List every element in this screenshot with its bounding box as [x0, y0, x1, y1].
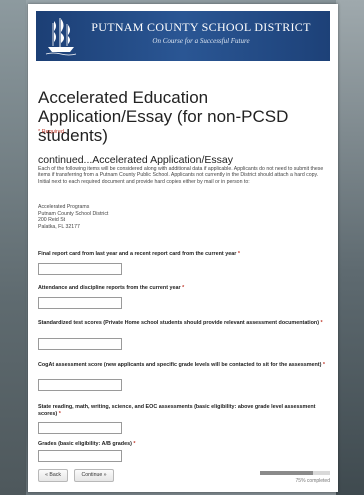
required-marker: *	[320, 320, 323, 326]
question-text: Grades (basic eligibility: A/B grades)	[38, 441, 132, 447]
banner-title: PUTNAM COUNTY SCHOOL DISTRICT	[91, 20, 311, 34]
required-note: * Required	[38, 129, 64, 135]
question-label-state-assessments: State reading, math, writing, science, a…	[38, 404, 330, 418]
address-line: Putnam County School District	[38, 210, 109, 217]
section-title: continued...Accelerated Application/Essa…	[38, 154, 233, 166]
mailing-address: Accelerated Programs Putnam County Schoo…	[38, 204, 238, 230]
address-line: Accelerated Programs	[38, 204, 90, 210]
required-marker: *	[237, 251, 240, 257]
state-assessments-input[interactable]	[38, 422, 122, 434]
question-text: Standardized test scores (Private Home s…	[38, 320, 319, 326]
required-marker: *	[58, 410, 61, 417]
back-button[interactable]: « Back	[38, 469, 68, 482]
progress-bar	[260, 471, 330, 475]
question-label-test-scores: Standardized test scores (Private Home s…	[38, 320, 330, 327]
form-card: PUTNAM COUNTY SCHOOL DISTRICT On Course …	[28, 4, 338, 492]
required-marker: *	[133, 441, 136, 447]
required-marker: *	[182, 285, 185, 291]
question-label-attendance: Attendance and discipline reports from t…	[38, 285, 330, 292]
banner-subtitle: On Course for a Successful Future	[152, 37, 250, 45]
question-text: Attendance and discipline reports from t…	[38, 285, 181, 291]
district-banner: PUTNAM COUNTY SCHOOL DISTRICT On Course …	[36, 11, 330, 61]
question-text: CogAt assessment score (new applicants a…	[38, 362, 322, 368]
question-text: State reading, math, writing, science, a…	[38, 404, 316, 417]
question-label-report-card: Final report card from last year and a r…	[38, 251, 330, 258]
report-card-input[interactable]	[38, 263, 122, 275]
test-scores-input[interactable]	[38, 338, 122, 350]
grades-input[interactable]	[38, 450, 122, 462]
question-text: Final report card from last year and a r…	[38, 251, 237, 257]
address-line: Palatka, FL 32177	[38, 223, 80, 230]
background-right-edge	[336, 0, 364, 495]
attendance-input[interactable]	[38, 297, 122, 309]
progress-label: 75% completed	[295, 478, 330, 484]
address-line: 200 Reid St	[38, 217, 66, 224]
background-left-edge	[0, 0, 26, 495]
section-description: Each of the following items will be cons…	[38, 166, 324, 185]
continue-button[interactable]: Continue »	[74, 469, 114, 482]
progress-bar-fill	[260, 471, 313, 475]
question-label-grades: Grades (basic eligibility: A/B grades) *	[38, 441, 330, 448]
form-title: Accelerated Education Application/Essay …	[38, 88, 289, 145]
required-marker: *	[322, 362, 326, 368]
question-label-cogat: CogAt assessment score (new applicants a…	[38, 362, 330, 369]
cogat-input[interactable]	[38, 379, 122, 391]
